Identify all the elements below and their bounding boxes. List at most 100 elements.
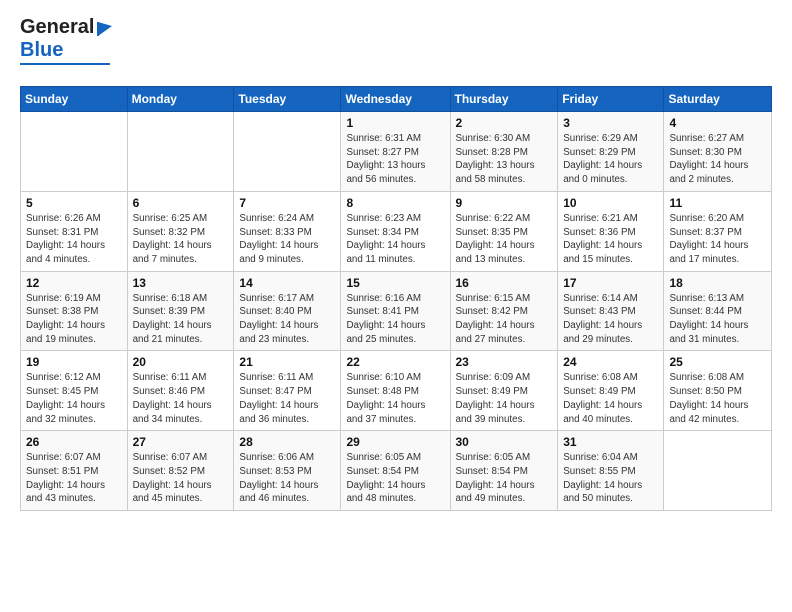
day-number: 26 (26, 435, 122, 449)
calendar-cell: 28 Sunrise: 6:06 AMSunset: 8:53 PMDayligh… (234, 431, 341, 511)
day-info: Sunrise: 6:21 AMSunset: 8:36 PMDaylight:… (563, 212, 658, 267)
calendar-cell: 12 Sunrise: 6:19 AMSunset: 8:38 PMDayligh… (21, 271, 128, 351)
calendar-cell: 2 Sunrise: 6:30 AMSunset: 8:28 PMDaylight… (450, 112, 558, 192)
header-tuesday: Tuesday (234, 87, 341, 112)
calendar-table: SundayMondayTuesdayWednesdayThursdayFrid… (20, 86, 772, 511)
day-info: Sunrise: 6:29 AMSunset: 8:29 PMDaylight:… (563, 132, 658, 187)
calendar-cell: 24 Sunrise: 6:08 AMSunset: 8:49 PMDayligh… (558, 351, 664, 431)
calendar-header-row: SundayMondayTuesdayWednesdayThursdayFrid… (21, 87, 772, 112)
calendar-week-1: 1 Sunrise: 6:31 AMSunset: 8:27 PMDaylight… (21, 112, 772, 192)
calendar-cell: 19Sunrise: 6:12 AMSunset: 8:45 PMDayligh… (21, 351, 128, 431)
calendar-week-3: 12 Sunrise: 6:19 AMSunset: 8:38 PMDayligh… (21, 271, 772, 351)
day-info: Sunrise: 6:27 AMSunset: 8:30 PMDaylight:… (669, 132, 766, 187)
logo-separator (20, 63, 110, 65)
calendar-cell: 27 Sunrise: 6:07 AMSunset: 8:52 PMDayligh… (127, 431, 234, 511)
day-info: Sunrise: 6:26 AMSunset: 8:31 PMDaylight:… (26, 212, 122, 267)
day-info: Sunrise: 6:06 AMSunset: 8:53 PMDaylight:… (239, 451, 335, 506)
day-number: 4 (669, 116, 766, 130)
day-number: 28 (239, 435, 335, 449)
day-number: 5 (26, 196, 122, 210)
calendar-cell: 30 Sunrise: 6:05 AMSunset: 8:54 PMDayligh… (450, 431, 558, 511)
day-number: 2 (456, 116, 553, 130)
calendar-cell: 16 Sunrise: 6:15 AMSunset: 8:42 PMDayligh… (450, 271, 558, 351)
day-info: Sunrise: 6:07 AMSunset: 8:51 PMDaylight:… (26, 451, 122, 506)
day-info: Sunrise: 6:31 AMSunset: 8:27 PMDaylight:… (346, 132, 444, 187)
day-number: 31 (563, 435, 658, 449)
day-number: 21 (239, 355, 335, 369)
day-number: 10 (563, 196, 658, 210)
day-number: 15 (346, 276, 444, 290)
calendar-cell: 3 Sunrise: 6:29 AMSunset: 8:29 PMDaylight… (558, 112, 664, 192)
day-number: 7 (239, 196, 335, 210)
calendar-cell: 25Sunrise: 6:08 AMSunset: 8:50 PMDayligh… (664, 351, 772, 431)
day-number: 17 (563, 276, 658, 290)
day-number: 22 (346, 355, 444, 369)
logo-flag-icon (96, 18, 116, 38)
calendar-cell: 10 Sunrise: 6:21 AMSunset: 8:36 PMDayligh… (558, 191, 664, 271)
page-header: General Blue (20, 16, 772, 76)
day-number: 29 (346, 435, 444, 449)
calendar-cell: 17 Sunrise: 6:14 AMSunset: 8:43 PMDayligh… (558, 271, 664, 351)
logo-general-text: General (20, 16, 94, 39)
day-number: 6 (133, 196, 229, 210)
day-info: Sunrise: 6:15 AMSunset: 8:42 PMDaylight:… (456, 292, 553, 347)
logo: General Blue (20, 16, 130, 76)
day-info: Sunrise: 6:25 AMSunset: 8:32 PMDaylight:… (133, 212, 229, 267)
day-number: 24 (563, 355, 658, 369)
day-info: Sunrise: 6:11 AMSunset: 8:47 PMDaylight:… (239, 371, 335, 426)
day-info: Sunrise: 6:08 AMSunset: 8:49 PMDaylight:… (563, 371, 658, 426)
calendar-cell: 31 Sunrise: 6:04 AMSunset: 8:55 PMDayligh… (558, 431, 664, 511)
calendar-week-5: 26 Sunrise: 6:07 AMSunset: 8:51 PMDayligh… (21, 431, 772, 511)
day-number: 14 (239, 276, 335, 290)
day-number: 23 (456, 355, 553, 369)
calendar-cell: 6 Sunrise: 6:25 AMSunset: 8:32 PMDaylight… (127, 191, 234, 271)
calendar-cell: 8Sunrise: 6:23 AMSunset: 8:34 PMDaylight… (341, 191, 450, 271)
calendar-cell: 14 Sunrise: 6:17 AMSunset: 8:40 PMDayligh… (234, 271, 341, 351)
day-info: Sunrise: 6:22 AMSunset: 8:35 PMDaylight:… (456, 212, 553, 267)
day-info: Sunrise: 6:20 AMSunset: 8:37 PMDaylight:… (669, 212, 766, 267)
day-info: Sunrise: 6:14 AMSunset: 8:43 PMDaylight:… (563, 292, 658, 347)
calendar-cell: 18Sunrise: 6:13 AMSunset: 8:44 PMDayligh… (664, 271, 772, 351)
day-info: Sunrise: 6:09 AMSunset: 8:49 PMDaylight:… (456, 371, 553, 426)
day-number: 16 (456, 276, 553, 290)
calendar-cell: 26 Sunrise: 6:07 AMSunset: 8:51 PMDayligh… (21, 431, 128, 511)
day-number: 25 (669, 355, 766, 369)
logo-blue-text: Blue (20, 39, 63, 62)
calendar-cell (664, 431, 772, 511)
calendar-cell: 15 Sunrise: 6:16 AMSunset: 8:41 PMDayligh… (341, 271, 450, 351)
day-number: 1 (346, 116, 444, 130)
day-info: Sunrise: 6:30 AMSunset: 8:28 PMDaylight:… (456, 132, 553, 187)
day-number: 30 (456, 435, 553, 449)
header-friday: Friday (558, 87, 664, 112)
day-number: 11 (669, 196, 766, 210)
day-info: Sunrise: 6:07 AMSunset: 8:52 PMDaylight:… (133, 451, 229, 506)
day-info: Sunrise: 6:16 AMSunset: 8:41 PMDaylight:… (346, 292, 444, 347)
calendar-cell: 20 Sunrise: 6:11 AMSunset: 8:46 PMDayligh… (127, 351, 234, 431)
calendar-cell (21, 112, 128, 192)
day-info: Sunrise: 6:17 AMSunset: 8:40 PMDaylight:… (239, 292, 335, 347)
day-number: 27 (133, 435, 229, 449)
day-number: 12 (26, 276, 122, 290)
calendar-cell: 29Sunrise: 6:05 AMSunset: 8:54 PMDayligh… (341, 431, 450, 511)
day-info: Sunrise: 6:04 AMSunset: 8:55 PMDaylight:… (563, 451, 658, 506)
calendar-week-2: 5 Sunrise: 6:26 AMSunset: 8:31 PMDaylight… (21, 191, 772, 271)
calendar-cell: 4 Sunrise: 6:27 AMSunset: 8:30 PMDaylight… (664, 112, 772, 192)
day-number: 13 (133, 276, 229, 290)
calendar-cell: 5 Sunrise: 6:26 AMSunset: 8:31 PMDaylight… (21, 191, 128, 271)
day-number: 18 (669, 276, 766, 290)
calendar-cell: 21 Sunrise: 6:11 AMSunset: 8:47 PMDayligh… (234, 351, 341, 431)
calendar-cell (234, 112, 341, 192)
header-thursday: Thursday (450, 87, 558, 112)
day-info: Sunrise: 6:10 AMSunset: 8:48 PMDaylight:… (346, 371, 444, 426)
calendar-cell: 22 Sunrise: 6:10 AMSunset: 8:48 PMDayligh… (341, 351, 450, 431)
day-info: Sunrise: 6:19 AMSunset: 8:38 PMDaylight:… (26, 292, 122, 347)
day-info: Sunrise: 6:11 AMSunset: 8:46 PMDaylight:… (133, 371, 229, 426)
calendar-cell: 9Sunrise: 6:22 AMSunset: 8:35 PMDaylight… (450, 191, 558, 271)
day-info: Sunrise: 6:23 AMSunset: 8:34 PMDaylight:… (346, 212, 444, 267)
day-number: 20 (133, 355, 229, 369)
day-info: Sunrise: 6:05 AMSunset: 8:54 PMDaylight:… (456, 451, 553, 506)
day-number: 3 (563, 116, 658, 130)
calendar-cell: 11 Sunrise: 6:20 AMSunset: 8:37 PMDayligh… (664, 191, 772, 271)
calendar-cell: 7 Sunrise: 6:24 AMSunset: 8:33 PMDaylight… (234, 191, 341, 271)
day-info: Sunrise: 6:24 AMSunset: 8:33 PMDaylight:… (239, 212, 335, 267)
